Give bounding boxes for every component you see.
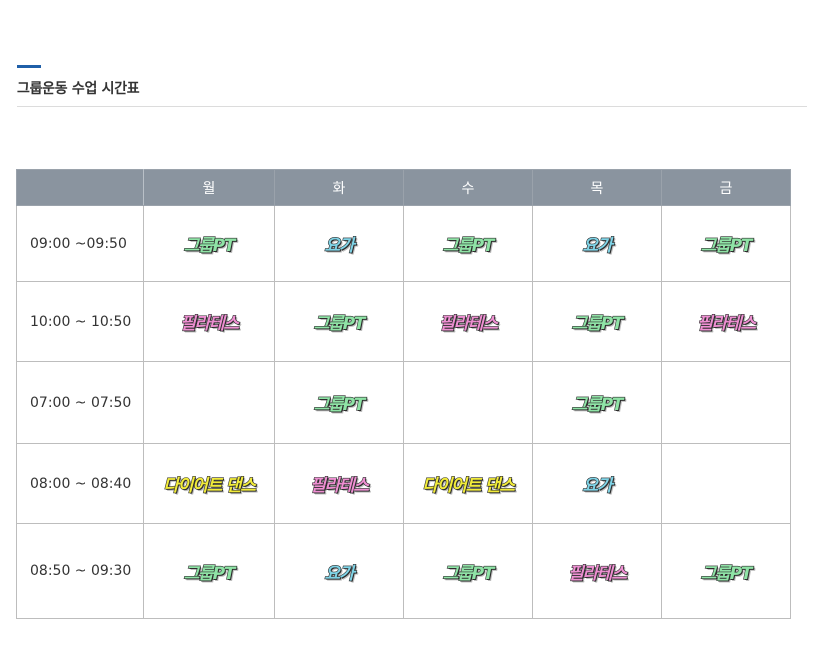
title-accent-bar <box>17 65 41 68</box>
class-cell: 다이어트 댄스 <box>403 443 533 524</box>
class-cell: 그룹PT <box>532 361 662 444</box>
time-slot-cell: 08:00 ~ 08:40 <box>16 443 144 524</box>
schedule-row: 10:00 ~ 10:50 필라테스 그룹PT 필라테스 그룹PT 필라테스 <box>16 281 791 362</box>
class-cell: 그룹PT <box>143 205 275 282</box>
header-day-thu: 목 <box>532 169 662 206</box>
header-day-fri: 금 <box>661 169 791 206</box>
class-cell: 그룹PT <box>403 205 533 282</box>
class-cell <box>661 443 791 524</box>
class-label: 그룹PT <box>442 235 495 256</box>
class-cell: 그룹PT <box>661 523 791 619</box>
class-label: 필라테스 <box>310 475 370 496</box>
header-day-tue: 화 <box>274 169 404 206</box>
class-cell: 그룹PT <box>532 281 662 362</box>
class-cell: 요가 <box>532 205 662 282</box>
class-cell: 필라테스 <box>532 523 662 619</box>
schedule-row: 09:00 ~09:50 그룹PT 요가 그룹PT 요가 그룹PT <box>16 205 791 282</box>
schedule-row: 07:00 ~ 07:50 그룹PT 그룹PT <box>16 361 791 444</box>
time-slot-cell: 09:00 ~09:50 <box>16 205 144 282</box>
class-cell: 그룹PT <box>143 523 275 619</box>
class-cell: 필라테스 <box>403 281 533 362</box>
schedule-row: 08:50 ~ 09:30 그룹PT 요가 그룹PT 필라테스 그룹PT <box>16 523 791 619</box>
schedule-header-row: 월 화 수 목 금 <box>16 169 791 206</box>
class-label: 그룹PT <box>442 563 495 584</box>
class-label: 필라테스 <box>180 313 240 334</box>
class-label: 그룹PT <box>571 313 624 334</box>
header-corner-cell <box>16 169 144 206</box>
title-divider <box>17 106 807 107</box>
class-cell: 요가 <box>274 205 404 282</box>
class-label: 그룹PT <box>700 563 753 584</box>
class-cell: 그룹PT <box>661 205 791 282</box>
header-day-wed: 수 <box>403 169 533 206</box>
class-cell: 다이어트 댄스 <box>143 443 275 524</box>
class-cell: 요가 <box>274 523 404 619</box>
class-label: 필라테스 <box>439 313 499 334</box>
class-label: 필라테스 <box>568 563 628 584</box>
class-cell: 필라테스 <box>661 281 791 362</box>
header-day-mon: 월 <box>143 169 275 206</box>
class-label: 요가 <box>582 235 613 256</box>
class-label: 필라테스 <box>697 313 757 334</box>
class-cell <box>661 361 791 444</box>
class-label: 그룹PT <box>571 394 624 415</box>
class-label: 그룹PT <box>700 235 753 256</box>
class-label: 그룹PT <box>313 313 366 334</box>
schedule-row: 08:00 ~ 08:40 다이어트 댄스 필라테스 다이어트 댄스 요가 <box>16 443 791 524</box>
schedule-table: 월 화 수 목 금 09:00 ~09:50 그룹PT 요가 그룹PT 요가 그… <box>16 169 791 619</box>
class-cell <box>143 361 275 444</box>
class-cell: 그룹PT <box>274 281 404 362</box>
time-slot-cell: 10:00 ~ 10:50 <box>16 281 144 362</box>
class-label: 그룹PT <box>183 235 236 256</box>
class-cell: 요가 <box>532 443 662 524</box>
time-slot-cell: 07:00 ~ 07:50 <box>16 361 144 444</box>
class-label: 다이어트 댄스 <box>163 475 257 496</box>
class-label: 요가 <box>324 563 355 584</box>
class-label: 그룹PT <box>313 394 366 415</box>
class-cell <box>403 361 533 444</box>
time-slot-cell: 08:50 ~ 09:30 <box>16 523 144 619</box>
class-label: 그룹PT <box>183 563 236 584</box>
page-title: 그룹운동 수업 시간표 <box>17 81 140 97</box>
class-cell: 그룹PT <box>274 361 404 444</box>
class-cell: 그룹PT <box>403 523 533 619</box>
class-cell: 필라테스 <box>143 281 275 362</box>
class-label: 요가 <box>582 475 613 496</box>
class-cell: 필라테스 <box>274 443 404 524</box>
class-label: 다이어트 댄스 <box>422 475 516 496</box>
class-label: 요가 <box>324 235 355 256</box>
